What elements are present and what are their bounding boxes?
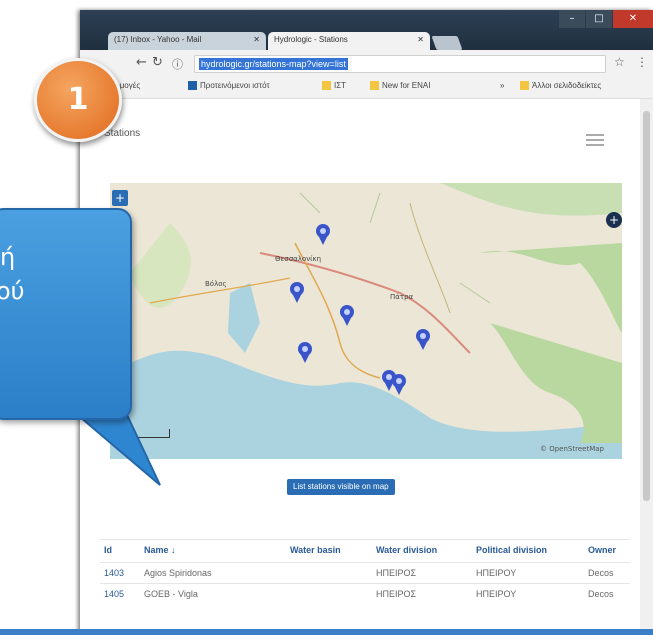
cell-water-division: ΗΠΕΙΡΟΣ [376, 589, 417, 599]
map-canvas [110, 183, 622, 459]
map-zoom-in-button[interactable]: + [112, 190, 128, 206]
bookmark-label: New for ΕΝΑΙ [382, 81, 431, 90]
cell-id[interactable]: 1403 [104, 568, 124, 578]
page-title: Stations [104, 128, 141, 139]
bookmark-star-icon[interactable]: ☆ [614, 55, 625, 69]
column-header-id[interactable]: Id [104, 545, 112, 555]
minimize-button[interactable]: – [559, 10, 585, 28]
tab-label: (17) Inbox - Yahoo - Mail [114, 35, 202, 44]
map-marker-icon[interactable] [338, 304, 356, 330]
bookmark-site-icon [188, 81, 197, 91]
column-header-water-division[interactable]: Water division [376, 545, 437, 555]
bookmark-other[interactable]: Άλλοι σελιδοδείκτες [520, 81, 602, 91]
callout-text: ή ού [0, 243, 25, 305]
more-bookmarks-chevron-icon[interactable]: » [500, 81, 504, 90]
stations-table: Id Name ↓ Water basin Water division Pol… [100, 539, 630, 604]
map-marker-icon[interactable] [314, 223, 332, 249]
map-marker-icon[interactable] [414, 328, 432, 354]
step-number-badge: 1 [34, 58, 122, 142]
cell-id[interactable]: 1405 [104, 589, 124, 599]
window-controls: – □ ✕ [558, 10, 653, 30]
map-marker-icon[interactable] [288, 281, 306, 307]
close-tab-icon[interactable]: ✕ [253, 35, 260, 44]
address-bar[interactable]: hydrologic.gr/stations-map?view=list [194, 55, 606, 73]
maximize-button[interactable]: □ [586, 10, 612, 28]
map-layers-button[interactable]: + [606, 212, 622, 228]
bookmark-new-for[interactable]: New for ΕΝΑΙ [370, 81, 431, 91]
column-header-political-division[interactable]: Political division [476, 545, 547, 555]
close-tab-icon[interactable]: ✕ [417, 35, 424, 44]
map-attribution: © OpenStreetMap [540, 445, 604, 453]
folder-icon [322, 81, 331, 91]
cell-political-division: ΗΠΕΙΡΟΥ [476, 568, 517, 578]
stations-map[interactable]: Θεσσαλονίκη Βόλος Πάτρα © OpenStreetMap [110, 183, 622, 459]
cell-name: Agios Spiridonas [144, 568, 212, 578]
back-arrow-icon[interactable]: ← [136, 55, 147, 70]
vertical-scrollbar[interactable] [640, 99, 653, 635]
reload-icon[interactable]: ↻ [152, 55, 163, 70]
tab-inbox[interactable]: ✕ (17) Inbox - Yahoo - Mail [108, 32, 266, 50]
cell-water-division: ΗΠΕΙΡΟΣ [376, 568, 417, 578]
info-icon[interactable]: ⓘ [172, 56, 183, 72]
map-label: Βόλος [205, 280, 227, 288]
map-label: Πάτρα [390, 293, 414, 301]
close-window-button[interactable]: ✕ [613, 10, 653, 28]
table-header-row: Id Name ↓ Water basin Water division Pol… [100, 539, 630, 562]
column-header-owner[interactable]: Owner [588, 545, 624, 555]
menu-dots-icon[interactable]: ⋮ [636, 55, 648, 69]
table-row[interactable]: 1405 GOEB - Vigla ΗΠΕΙΡΟΣ ΗΠΕΙΡΟΥ Decos [100, 583, 630, 604]
bookmark-label: Προτεινόμενοι ιστότ [200, 81, 270, 90]
cell-owner: Decos [588, 568, 614, 578]
column-header-name[interactable]: Name ↓ [144, 545, 176, 555]
list-stations-button[interactable]: List stations visible on map [287, 479, 395, 495]
folder-icon [520, 81, 529, 91]
url-text: hydrologic.gr/stations-map?view=list [199, 58, 348, 70]
browser-titlebar: ✕ (17) Inbox - Yahoo - Mail ✕ Hydrologic -… [80, 10, 653, 50]
tab-stations[interactable]: ✕ Hydrologic - Stations [268, 32, 430, 50]
address-toolbar: ← ↻ ⓘ hydrologic.gr/stations-map?view=li… [80, 50, 653, 76]
map-marker-icon[interactable] [390, 373, 408, 399]
bookmark-suggested[interactable]: Προτεινόμενοι ιστότ [188, 81, 270, 91]
new-tab-button[interactable] [431, 36, 463, 50]
scrollbar-thumb[interactable] [643, 111, 650, 501]
bookmark-label: ΙΣΤ [334, 81, 347, 90]
bookmark-ist[interactable]: ΙΣΤ [322, 81, 347, 91]
bookmark-label: Άλλοι σελιδοδείκτες [532, 81, 602, 90]
bookmarks-bar: Εφαρμογές Προτεινόμενοι ιστότ ΙΣΤ New fo… [80, 76, 653, 99]
column-header-water-basin[interactable]: Water basin [290, 545, 341, 555]
tab-label: Hydrologic - Stations [274, 35, 348, 44]
hamburger-menu-icon[interactable] [586, 134, 604, 149]
map-label: Θεσσαλονίκη [275, 255, 322, 263]
cell-owner: Decos [588, 589, 614, 599]
cell-name: GOEB - Vigla [144, 589, 198, 599]
folder-icon [370, 81, 379, 91]
cell-political-division: ΗΠΕΙΡΟΥ [476, 589, 517, 599]
bottom-accent-line [0, 629, 653, 635]
map-marker-icon[interactable] [296, 341, 314, 367]
table-row[interactable]: 1403 Agios Spiridonas ΗΠΕΙΡΟΣ ΗΠΕΙΡΟΥ De… [100, 562, 630, 583]
